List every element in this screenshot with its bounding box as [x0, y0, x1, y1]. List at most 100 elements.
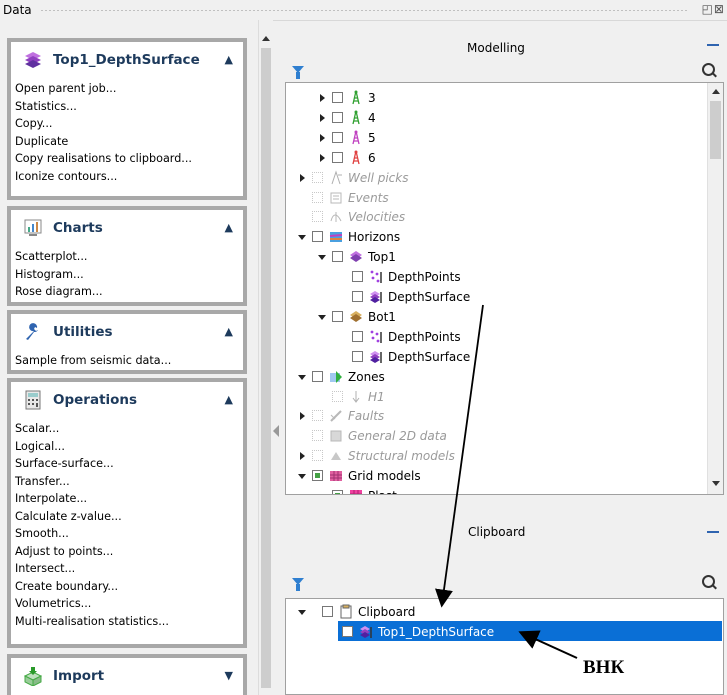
chevron-up-icon[interactable]: ▲	[225, 325, 233, 338]
tree-row-6[interactable]: 6	[286, 148, 706, 168]
expand-arrow-icon[interactable]	[320, 133, 325, 142]
expand-arrow-icon[interactable]	[300, 173, 305, 182]
menu-item[interactable]: Smooth...	[11, 525, 243, 543]
visibility-checkbox[interactable]	[312, 470, 323, 482]
visibility-checkbox[interactable]	[312, 370, 323, 382]
section-header[interactable]: Utilities ▲	[11, 314, 243, 352]
menu-item[interactable]: Volumetrics...	[11, 595, 243, 613]
chevron-up-icon[interactable]: ▲	[225, 53, 233, 66]
menu-item[interactable]: Intersect...	[11, 560, 243, 578]
tree-row-events[interactable]: Events	[286, 188, 706, 208]
menu-item[interactable]: Interpolate...	[11, 490, 243, 508]
section-header[interactable]: Top1_DepthSurface ▲	[11, 42, 243, 80]
menu-item[interactable]: Histogram...	[11, 266, 243, 284]
visibility-checkbox[interactable]	[332, 490, 343, 494]
search-icon[interactable]	[702, 63, 715, 76]
menu-item[interactable]: Statistics...	[11, 98, 243, 116]
tree-row-faults[interactable]: Faults	[286, 406, 706, 426]
menu-item[interactable]: Logical...	[11, 438, 243, 456]
tree-row-4[interactable]: 4	[286, 108, 706, 128]
tree-row-velocities[interactable]: Velocities	[286, 207, 706, 227]
search-icon[interactable]	[702, 575, 715, 588]
tree-row-top1[interactable]: Top1	[286, 247, 706, 267]
menu-item[interactable]: Copy...	[11, 115, 243, 133]
scroll-up-icon[interactable]	[712, 89, 720, 94]
visibility-checkbox[interactable]	[312, 430, 323, 442]
tree-row-well-picks[interactable]: Well picks	[286, 168, 706, 188]
menu-item[interactable]: Copy realisations to clipboard...	[11, 150, 243, 168]
clipboard-root-row[interactable]: Clipboard	[286, 602, 722, 622]
left-panel-scrollbar[interactable]	[258, 20, 273, 695]
chevron-up-icon[interactable]: ▲	[225, 221, 233, 234]
tree-row-grid-models[interactable]: Grid models	[286, 466, 706, 486]
visibility-checkbox[interactable]	[332, 92, 343, 103]
section-header[interactable]: Charts ▲	[11, 210, 243, 248]
visibility-checkbox[interactable]	[332, 131, 343, 143]
visibility-checkbox[interactable]	[332, 310, 343, 322]
visibility-checkbox[interactable]	[312, 450, 323, 462]
modelling-scrollbar[interactable]	[707, 83, 723, 494]
collapse-arrow-icon[interactable]	[298, 374, 306, 380]
menu-item[interactable]: Calculate z-value...	[11, 508, 243, 526]
menu-item[interactable]: Multi-realisation statistics...	[11, 613, 243, 631]
visibility-checkbox[interactable]	[352, 350, 363, 362]
visibility-checkbox[interactable]	[332, 151, 343, 163]
menu-item[interactable]: Sample from seismic data...	[11, 352, 243, 370]
visibility-checkbox[interactable]	[312, 410, 323, 422]
collapse-arrow-icon[interactable]	[318, 494, 326, 495]
titlebar-grip[interactable]	[40, 9, 687, 12]
visibility-checkbox[interactable]	[312, 171, 323, 183]
menu-item[interactable]: Adjust to points...	[11, 543, 243, 561]
scroll-down-icon[interactable]	[712, 481, 720, 486]
collapse-arrow-icon[interactable]	[298, 235, 306, 241]
minimize-icon[interactable]	[707, 531, 719, 533]
section-header[interactable]: Import ▼	[11, 658, 243, 695]
tree-row-plast[interactable]: Plast	[286, 486, 706, 495]
expand-arrow-icon[interactable]	[320, 153, 325, 162]
tree-row-structural-models[interactable]: Structural models	[286, 446, 706, 466]
menu-item[interactable]: Open parent job...	[11, 80, 243, 98]
tree-row-3[interactable]: 3	[286, 88, 706, 108]
menu-item[interactable]: Rose diagram...	[11, 283, 243, 301]
menu-item[interactable]: Scatterplot...	[11, 248, 243, 266]
tree-row-depthsurface[interactable]: DepthSurface	[286, 287, 706, 307]
visibility-checkbox[interactable]	[312, 191, 323, 203]
window-float-close-buttons[interactable]: ◰⊠	[702, 2, 725, 16]
visibility-checkbox[interactable]	[352, 271, 363, 283]
visibility-checkbox[interactable]	[312, 231, 323, 243]
filter-icon[interactable]	[292, 578, 304, 591]
menu-item[interactable]: Transfer...	[11, 473, 243, 491]
expand-arrow-icon[interactable]	[320, 113, 325, 122]
visibility-checkbox[interactable]	[332, 390, 343, 402]
visibility-checkbox[interactable]	[342, 625, 353, 637]
tree-row-bot1[interactable]: Bot1	[286, 307, 706, 327]
menu-item[interactable]: Iconize contours...	[11, 168, 243, 186]
collapse-arrow-icon[interactable]	[298, 610, 306, 615]
tree-row-general-2d-data[interactable]: General 2D data	[286, 426, 706, 446]
tree-row-depthsurface[interactable]: DepthSurface	[286, 347, 706, 367]
tree-row-zones[interactable]: Zones	[286, 367, 706, 387]
expand-arrow-icon[interactable]	[320, 94, 325, 102]
visibility-checkbox[interactable]	[332, 251, 343, 263]
panel-splitter-arrow-icon[interactable]	[273, 425, 279, 437]
tree-row-depthpoints[interactable]: DepthPoints	[286, 327, 706, 347]
scrollbar-thumb[interactable]	[261, 48, 271, 688]
filter-icon[interactable]	[292, 66, 304, 79]
visibility-checkbox[interactable]	[322, 606, 333, 617]
minimize-icon[interactable]	[707, 44, 719, 46]
collapse-arrow-icon[interactable]	[318, 255, 326, 261]
collapse-arrow-icon[interactable]	[318, 314, 326, 320]
tree-row-horizons[interactable]: Horizons	[286, 227, 706, 247]
scroll-up-icon[interactable]	[262, 36, 270, 41]
expand-arrow-icon[interactable]	[300, 412, 305, 421]
tree-row-depthpoints[interactable]: DepthPoints	[286, 267, 706, 287]
collapse-arrow-icon[interactable]	[298, 474, 306, 480]
visibility-checkbox[interactable]	[312, 211, 323, 223]
visibility-checkbox[interactable]	[352, 330, 363, 342]
visibility-checkbox[interactable]	[352, 291, 363, 302]
menu-item[interactable]: Duplicate	[11, 133, 243, 151]
chevron-up-icon[interactable]: ▲	[225, 393, 233, 406]
expand-arrow-icon[interactable]	[300, 452, 305, 461]
scrollbar-thumb[interactable]	[710, 101, 721, 159]
visibility-checkbox[interactable]	[332, 111, 343, 123]
